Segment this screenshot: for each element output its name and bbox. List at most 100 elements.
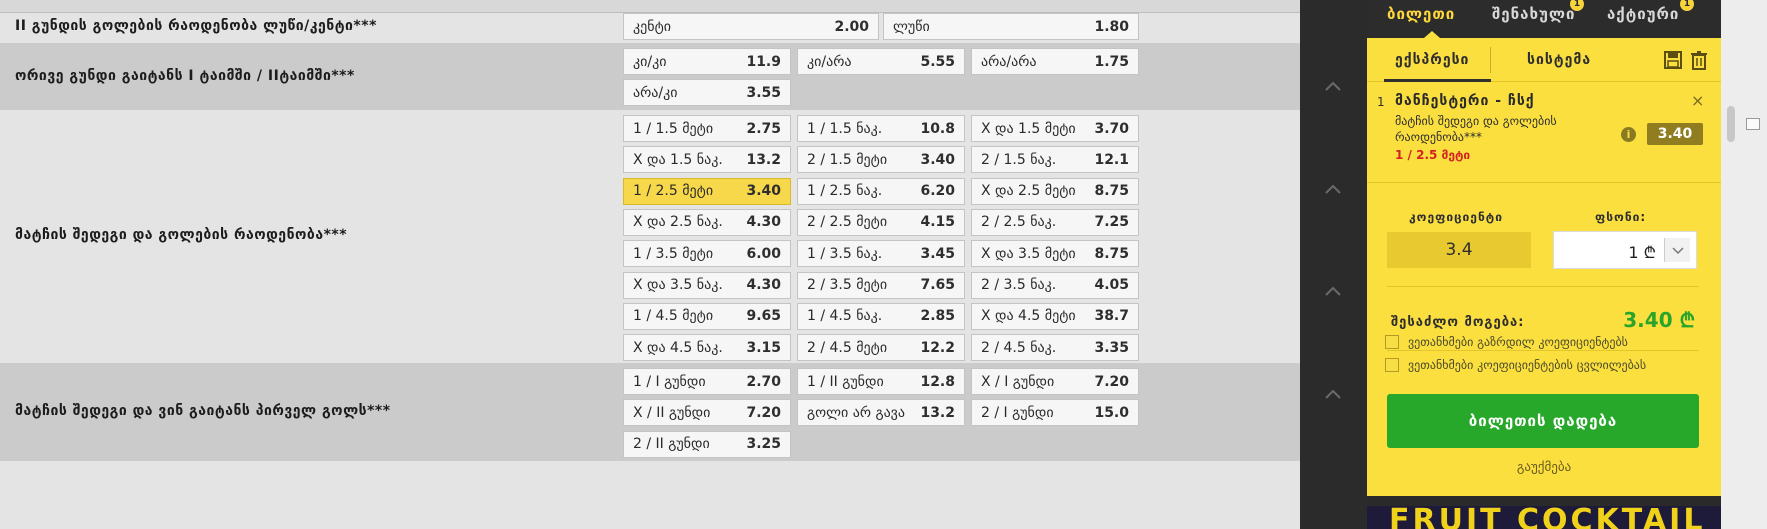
- tab-ticket[interactable]: ბილეთი: [1387, 5, 1455, 23]
- odd-value: 4.05: [1094, 277, 1129, 293]
- odd-button[interactable]: არა/არა 1.75: [971, 48, 1139, 75]
- odd-button[interactable]: X და 4.5 მეტი 38.7: [971, 302, 1139, 330]
- odd-button[interactable]: X და 3.5 მეტი 8.75: [971, 240, 1139, 268]
- bet-match-name: მანჩესტერი - ჩსქ: [1395, 93, 1535, 109]
- cancel-link[interactable]: გაუქმება: [1367, 460, 1721, 475]
- odd-button[interactable]: X და 1.5 ნაკ. 13.2: [623, 146, 791, 174]
- betslip-tabs: ბილეთი შენახული 1 აქტიური 1: [1367, 0, 1721, 38]
- odd-value: 9.65: [746, 308, 781, 325]
- checkbox-label: ვეთანხმები კოეფიციენტების ცვლილებას: [1408, 358, 1647, 372]
- mode-underline: [1384, 79, 1491, 82]
- odd-button[interactable]: კენტი 2.00: [623, 13, 879, 40]
- accept-higher-odds-checkbox[interactable]: [1385, 335, 1399, 349]
- tab-saved[interactable]: შენახული: [1492, 5, 1575, 23]
- markets-panel: II გუნდის გოლების რაოდენობა ლუწი/კენტი**…: [0, 0, 1300, 529]
- place-bet-button[interactable]: ბილეთის დადება: [1387, 394, 1699, 448]
- odd-button[interactable]: X და 2.5 ნაკ. 4.30: [623, 208, 791, 236]
- odd-button[interactable]: 1 / 3.5 მეტი 6.00: [623, 240, 791, 268]
- saved-count-badge: 1: [1570, 0, 1584, 11]
- odd-label: 1 / II გუნდი: [807, 373, 884, 390]
- odd-button[interactable]: 1 / II გუნდი 12.8: [797, 368, 965, 395]
- odd-button[interactable]: 2 / I გუნდი 15.0: [971, 399, 1139, 427]
- odd-button[interactable]: გოლი არ გავა 13.2: [797, 399, 965, 427]
- odd-label: 1 / 1.5 ნაკ.: [807, 120, 883, 137]
- market-title: II გუნდის გოლების რაოდენობა ლუწი/კენტი**…: [15, 18, 377, 34]
- remove-bet-close-icon[interactable]: ×: [1691, 91, 1704, 110]
- scrollbar-thumb[interactable]: [1727, 106, 1735, 142]
- stake-label: ფსონი:: [1595, 210, 1647, 224]
- collapse-market-button[interactable]: [1318, 384, 1348, 404]
- odd-button[interactable]: X / I გუნდი 7.20: [971, 368, 1139, 395]
- stake-select[interactable]: 1 ₾: [1553, 231, 1697, 269]
- odd-value: 7.20: [1094, 373, 1129, 390]
- odd-value: 5.55: [920, 53, 955, 70]
- mode-express[interactable]: ექსპრესი: [1395, 52, 1469, 68]
- info-icon[interactable]: i: [1621, 127, 1636, 142]
- odd-label: X და 1.5 მეტი: [981, 120, 1076, 137]
- odd-value: 7.25: [1094, 214, 1129, 231]
- odd-button[interactable]: 2 / 3.5 მეტი 7.65: [797, 271, 965, 299]
- odd-label: 2 / 1.5 ნაკ.: [981, 151, 1057, 168]
- top-divider: [0, 0, 1300, 13]
- odd-value: 4.30: [746, 214, 781, 231]
- odd-button[interactable]: ლუწი 1.80: [883, 13, 1139, 40]
- odd-button[interactable]: X და 2.5 მეტი 8.75: [971, 177, 1139, 205]
- odd-label: X და 4.5 მეტი: [981, 308, 1076, 325]
- odd-button[interactable]: X და 1.5 მეტი 3.70: [971, 115, 1139, 142]
- odd-button[interactable]: X / II გუნდი 7.20: [623, 399, 791, 427]
- mode-system[interactable]: სისტემა: [1527, 52, 1591, 68]
- odd-label: X და 1.5 ნაკ.: [633, 151, 723, 168]
- trash-icon[interactable]: [1689, 50, 1709, 70]
- accept-higher-odds-row: ვეთანხმები გაზრდილ კოეფიციენტებს: [1385, 335, 1628, 349]
- odd-button[interactable]: 2 / 1.5 ნაკ. 12.1: [971, 146, 1139, 174]
- odd-button[interactable]: არა/კი 3.55: [623, 79, 791, 106]
- divider: [1387, 350, 1699, 351]
- odd-button-selected[interactable]: 1 / 2.5 მეტი 3.40: [623, 177, 791, 205]
- collapse-market-button[interactable]: [1318, 179, 1348, 199]
- odd-button[interactable]: 2 / II გუნდი 3.25: [623, 430, 791, 458]
- odd-value: 13.2: [920, 404, 955, 421]
- odd-button[interactable]: 1 / 4.5 მეტი 9.65: [623, 302, 791, 330]
- odd-button[interactable]: 1 / 1.5 მეტი 2.75: [623, 115, 791, 142]
- odd-value: 12.8: [920, 373, 955, 390]
- odd-button[interactable]: X და 3.5 ნაკ. 4.30: [623, 271, 791, 299]
- odd-button[interactable]: 1 / I გუნდი 2.70: [623, 368, 791, 395]
- mode-divider: [1490, 47, 1491, 73]
- accept-odds-change-checkbox[interactable]: [1385, 358, 1399, 372]
- odd-label: 1 / 4.5 მეტი: [633, 308, 714, 325]
- odd-label: 1 / 2.5 ნაკ.: [807, 183, 883, 200]
- odd-value: 3.45: [920, 245, 955, 262]
- odd-button[interactable]: 1 / 4.5 ნაკ. 2.85: [797, 302, 965, 330]
- collapse-market-button[interactable]: [1318, 76, 1348, 96]
- menu-icon[interactable]: [1746, 118, 1760, 130]
- betslip-panel: ბილეთი შენახული 1 აქტიური 1 ექსპრესი სის…: [1367, 0, 1721, 529]
- betslip-modes: ექსპრესი სისტემა: [1367, 38, 1721, 82]
- odd-button[interactable]: კი/არა 5.55: [797, 48, 965, 75]
- chevron-down-icon[interactable]: [1664, 238, 1690, 262]
- betslip-body: ექსპრესი სისტემა 1 მანჩესტერი - ჩსქ × მა…: [1367, 38, 1721, 496]
- odd-button[interactable]: 2 / 4.5 მეტი 12.2: [797, 334, 965, 362]
- promo-banner[interactable]: FRUIT COCKTAIL: [1367, 506, 1721, 529]
- promo-title: FRUIT COCKTAIL: [1389, 506, 1706, 529]
- collapse-market-button[interactable]: [1318, 281, 1348, 301]
- odd-button[interactable]: 1 / 1.5 ნაკ. 10.8: [797, 115, 965, 142]
- odd-button[interactable]: 1 / 2.5 ნაკ. 6.20: [797, 177, 965, 205]
- page-scrollbar[interactable]: [1721, 0, 1767, 529]
- odd-button[interactable]: 2 / 2.5 ნაკ. 7.25: [971, 208, 1139, 236]
- bet-item: 1 მანჩესტერი - ჩსქ × მატჩის შედეგი და გო…: [1367, 83, 1721, 183]
- save-icon[interactable]: [1663, 50, 1683, 70]
- odd-button[interactable]: კი/კი 11.9: [623, 48, 791, 75]
- odd-value: 6.20: [920, 183, 955, 200]
- market-next-partial: [0, 461, 1300, 529]
- odd-value: 6.00: [746, 245, 781, 262]
- odd-button[interactable]: X და 4.5 ნაკ. 3.15: [623, 334, 791, 362]
- odd-button[interactable]: 2 / 4.5 ნაკ. 3.35: [971, 334, 1139, 362]
- odd-button[interactable]: 2 / 2.5 მეტი 4.15: [797, 208, 965, 236]
- odd-button[interactable]: 1 / 3.5 ნაკ. 3.45: [797, 240, 965, 268]
- tab-active[interactable]: აქტიური: [1607, 5, 1679, 23]
- odd-button[interactable]: 2 / 3.5 ნაკ. 4.05: [971, 271, 1139, 299]
- chevron-up-icon: [1325, 389, 1341, 399]
- odd-value: 2.85: [920, 308, 955, 325]
- odd-button[interactable]: 2 / 1.5 მეტი 3.40: [797, 146, 965, 174]
- odd-label: 2 / 2.5 მეტი: [807, 214, 888, 231]
